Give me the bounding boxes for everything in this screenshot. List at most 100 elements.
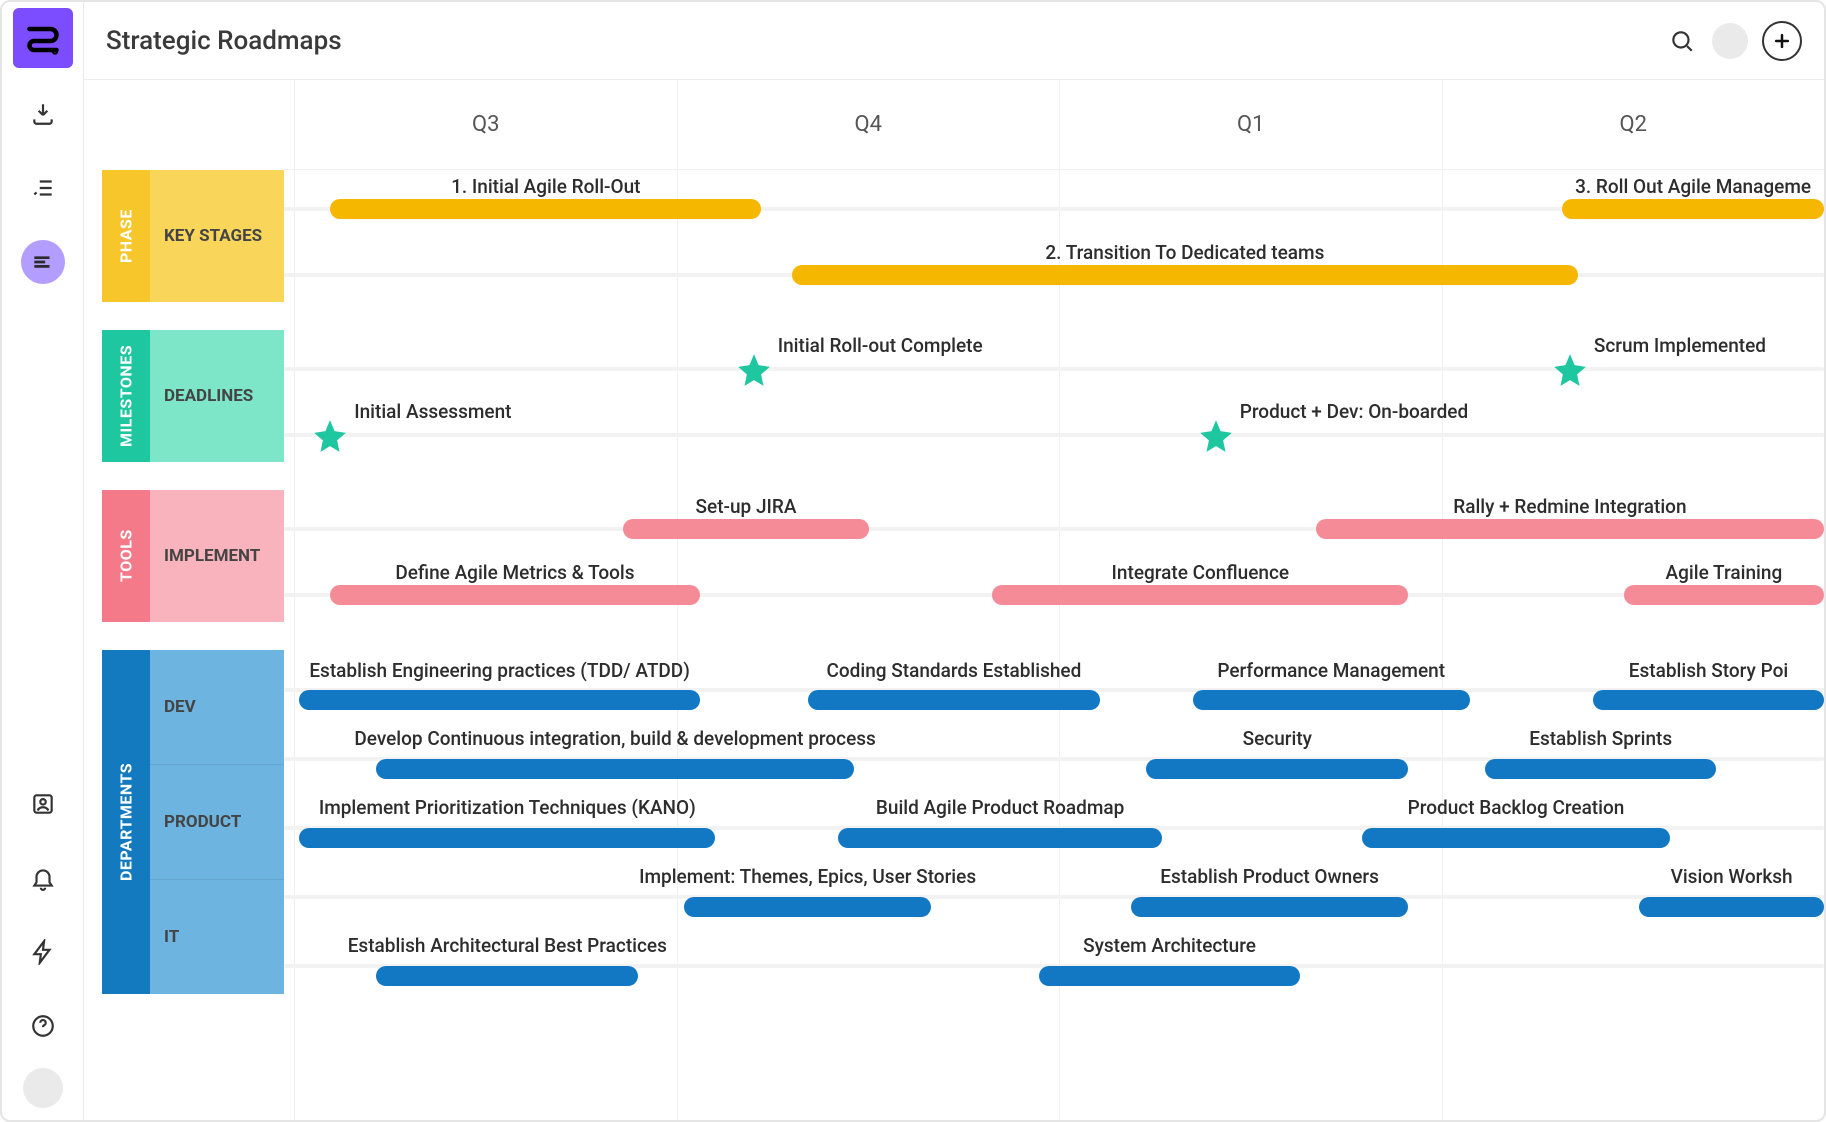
roadmap-bar[interactable] bbox=[1593, 690, 1824, 710]
tracks: 1. Initial Agile Roll-Out 3. Roll Out Agi… bbox=[284, 170, 1824, 1022]
topbar: Strategic Roadmaps bbox=[84, 2, 1824, 80]
lane-title: TOOLS bbox=[102, 490, 150, 622]
milestone-label: Initial Assessment bbox=[354, 400, 511, 423]
roadmap-bar[interactable] bbox=[330, 199, 761, 219]
nav-group-top bbox=[21, 92, 65, 284]
app-logo[interactable] bbox=[13, 8, 73, 68]
quarter-header: Q3 bbox=[294, 80, 677, 169]
nav-bell-icon[interactable] bbox=[21, 856, 65, 900]
add-button[interactable] bbox=[1762, 21, 1802, 61]
roadmap-bar[interactable] bbox=[684, 897, 930, 917]
roadmap-bar[interactable] bbox=[1639, 897, 1824, 917]
track-row: Establish Engineering practices (TDD/ AT… bbox=[284, 650, 1824, 719]
nav-download-icon[interactable] bbox=[21, 92, 65, 136]
lane-sub-cell[interactable]: DEV bbox=[150, 650, 284, 764]
roadmap-bar-label: 1. Initial Agile Roll-Out bbox=[330, 174, 761, 198]
track-row: Initial Assessment Product + Dev: On-boar… bbox=[284, 396, 1824, 462]
quarter-header: Q2 bbox=[1442, 80, 1825, 169]
track-row: Implement Prioritization Techniques (KAN… bbox=[284, 788, 1824, 857]
track-row: 1. Initial Agile Roll-Out 3. Roll Out Agi… bbox=[284, 170, 1824, 236]
track-row: Establish Architectural Best PracticesSy… bbox=[284, 925, 1824, 994]
track-row: Initial Roll-out CompleteScrum Implement… bbox=[284, 330, 1824, 396]
roadmap-bar-label: Security bbox=[1146, 727, 1408, 751]
roadmap-bar-label: 3. Roll Out Agile Manageme bbox=[1562, 174, 1824, 198]
lane-sub-cell[interactable]: DEADLINES bbox=[150, 330, 284, 462]
lane-title: MILESTONES bbox=[102, 330, 150, 462]
roadmap-bar[interactable] bbox=[299, 690, 699, 710]
roadmap-bar-label: Establish Architectural Best Practices bbox=[376, 933, 638, 957]
roadmap-bar[interactable] bbox=[1562, 199, 1824, 219]
roadmap-bar-label: Establish Sprints bbox=[1485, 727, 1716, 751]
lane-sub-cell[interactable]: IT bbox=[150, 879, 284, 994]
roadmap-bar[interactable] bbox=[792, 265, 1577, 285]
timeline: PHASEKEY STAGESMILESTONESDEADLINESTOOLSI… bbox=[84, 80, 1824, 1120]
lanes-column: PHASEKEY STAGESMILESTONESDEADLINESTOOLSI… bbox=[84, 80, 284, 1120]
nav-contact-icon[interactable] bbox=[21, 782, 65, 826]
milestone-star-icon[interactable] bbox=[735, 351, 773, 389]
roadmap-bar-label: Build Agile Product Roadmap bbox=[838, 796, 1161, 820]
roadmap-bar[interactable] bbox=[1316, 519, 1824, 539]
roadmap-bar-label: Establish Product Owners bbox=[1131, 864, 1408, 888]
lane-title: PHASE bbox=[102, 170, 150, 302]
nav-list-icon[interactable] bbox=[21, 166, 65, 210]
lane-block: TOOLSIMPLEMENT bbox=[102, 490, 284, 622]
nav-bolt-icon[interactable] bbox=[21, 930, 65, 974]
roadmap-bar-label: Coding Standards Established bbox=[808, 658, 1101, 682]
roadmap-bar-label: Agile Training bbox=[1624, 560, 1824, 584]
quarters-header: Q3Q4Q1Q2 bbox=[284, 80, 1824, 170]
topbar-avatar[interactable] bbox=[1712, 23, 1748, 59]
nav-timeline-icon[interactable] bbox=[21, 240, 65, 284]
search-icon[interactable] bbox=[1662, 21, 1702, 61]
roadmap-bar[interactable] bbox=[1362, 828, 1670, 848]
roadmap-bar[interactable] bbox=[1131, 897, 1408, 917]
chart-area[interactable]: Q3Q4Q1Q2 1. Initial Agile Roll-Out 3. Rol… bbox=[284, 80, 1824, 1120]
roadmap-bar[interactable] bbox=[992, 585, 1408, 605]
track-group: 1. Initial Agile Roll-Out 3. Roll Out Agi… bbox=[284, 170, 1824, 302]
roadmap-bar[interactable] bbox=[1624, 585, 1824, 605]
roadmap-bar[interactable] bbox=[623, 519, 869, 539]
track-row: Define Agile Metrics & Tools Integrate Co… bbox=[284, 556, 1824, 622]
page-title: Strategic Roadmaps bbox=[106, 26, 342, 56]
roadmap-bar-label: 2. Transition To Dedicated teams bbox=[792, 240, 1577, 264]
lane-sub-cell[interactable]: KEY STAGES bbox=[150, 170, 284, 302]
milestone-label: Initial Roll-out Complete bbox=[778, 334, 983, 357]
milestone-star-icon[interactable] bbox=[1197, 417, 1235, 455]
roadmap-bar[interactable] bbox=[808, 690, 1101, 710]
roadmap-bar[interactable] bbox=[1485, 759, 1716, 779]
roadmap-bar[interactable] bbox=[376, 759, 853, 779]
lane-title: DEPARTMENTS bbox=[102, 650, 150, 994]
app-frame: Strategic Roadmaps PHASEKEY STAGESMILEST… bbox=[0, 0, 1826, 1122]
quarter-header: Q1 bbox=[1059, 80, 1442, 169]
roadmap-bar[interactable] bbox=[1039, 966, 1301, 986]
roadmap-bar-label: Set-up JIRA bbox=[623, 494, 869, 518]
roadmap-bar-label: Implement Prioritization Techniques (KAN… bbox=[299, 796, 715, 820]
roadmap-bar[interactable] bbox=[376, 966, 638, 986]
lane-block: MILESTONESDEADLINES bbox=[102, 330, 284, 462]
main: Strategic Roadmaps PHASEKEY STAGESMILEST… bbox=[84, 2, 1824, 1120]
lane-sub-cell[interactable]: PRODUCT bbox=[150, 764, 284, 879]
track-row: Develop Continuous integration, build & … bbox=[284, 719, 1824, 788]
sidebar-avatar[interactable] bbox=[23, 1068, 63, 1108]
milestone-star-icon[interactable] bbox=[311, 417, 349, 455]
roadmap-bar-label: Vision Worksh bbox=[1639, 864, 1824, 888]
roadmap-bar-label: Develop Continuous integration, build & … bbox=[376, 727, 853, 751]
nav-help-icon[interactable] bbox=[21, 1004, 65, 1048]
roadmap-bar[interactable] bbox=[1146, 759, 1408, 779]
track-row: Set-up JIRA Rally + Redmine Integration bbox=[284, 490, 1824, 556]
roadmap-bar-label: Establish Engineering practices (TDD/ AT… bbox=[299, 658, 699, 682]
track-row: Implement: Themes, Epics, User StoriesEs… bbox=[284, 856, 1824, 925]
milestone-star-icon[interactable] bbox=[1551, 351, 1589, 389]
roadmap-bar-label: Define Agile Metrics & Tools bbox=[330, 560, 700, 584]
track-group: Initial Roll-out CompleteScrum Implement… bbox=[284, 330, 1824, 462]
roadmap-bar[interactable] bbox=[1193, 690, 1470, 710]
milestone-label: Product + Dev: On-boarded bbox=[1240, 400, 1468, 423]
roadmap-bar[interactable] bbox=[330, 585, 700, 605]
roadmap-bar[interactable] bbox=[838, 828, 1161, 848]
roadmap-bar[interactable] bbox=[299, 828, 715, 848]
roadmap-bar-label: Establish Story Poi bbox=[1593, 658, 1824, 682]
roadmap-bar-label: Performance Management bbox=[1193, 658, 1470, 682]
roadmap-bar-label: Rally + Redmine Integration bbox=[1316, 494, 1824, 518]
lane-sub-cell[interactable]: IMPLEMENT bbox=[150, 490, 284, 622]
roadmap-bar-label: Integrate Confluence bbox=[992, 560, 1408, 584]
quarter-header: Q4 bbox=[677, 80, 1060, 169]
